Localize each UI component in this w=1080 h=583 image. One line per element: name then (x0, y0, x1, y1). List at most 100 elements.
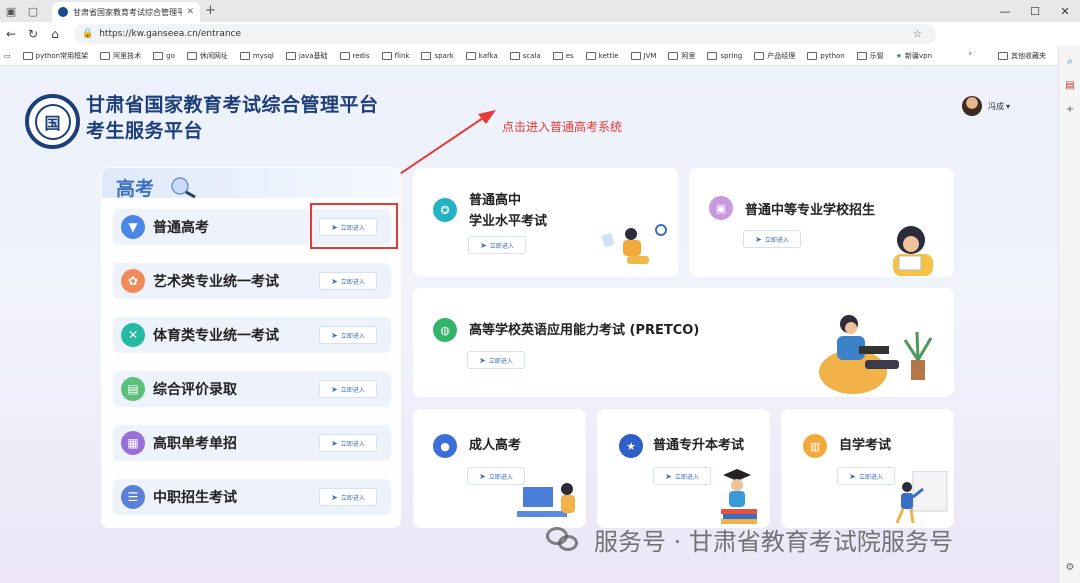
sidebar-settings-icon[interactable]: ⚙ (1063, 562, 1077, 573)
minimize-icon[interactable]: — (990, 0, 1020, 22)
bookmark-item[interactable]: kafka (465, 51, 498, 60)
chevron-down-icon[interactable]: ▾ (1006, 102, 1010, 111)
bookmark-item[interactable]: flink (381, 51, 409, 60)
page-body: 国 甘肃省国家教育考试综合管理平台 考生服务平台 冯成 ▾ 点击进入普通高考系统… (0, 66, 1058, 583)
workspaces-icon[interactable]: ▣ (0, 0, 22, 22)
enter-button[interactable]: ➤ 立即进入 (319, 272, 377, 290)
enter-button[interactable]: ➤ 立即进入 (319, 434, 377, 452)
evaluation-doc-icon: ▤ (121, 377, 145, 401)
folder-icon (856, 51, 867, 60)
url-field[interactable]: 🔒 https://kw.ganseea.cn/entrance ☆ (74, 24, 936, 44)
bookmark-item[interactable]: es (552, 51, 574, 60)
card-xueye-line2: 学业水平考试 (469, 214, 548, 229)
site-favicon-icon (58, 7, 68, 17)
avatar[interactable] (962, 96, 982, 116)
lock-icon[interactable]: 🔒 (82, 29, 93, 39)
enter-button[interactable]: ➤ 立即进入 (319, 488, 377, 506)
card-zixue[interactable]: ▥ 自学考试 ➤ 立即进入 (781, 409, 954, 528)
search-sidebar-icon[interactable]: ⌕ (1063, 56, 1077, 67)
back-icon[interactable]: ← (0, 27, 22, 41)
gaokao-item-zhongzhi[interactable]: ☰ 中职招生考试 ➤ 立即进入 (113, 479, 391, 515)
folder-icon (807, 51, 818, 60)
bookmarks-bar: ▭ python常用框架 阿里技术 go 休闲网址 mysql java基础 r… (0, 46, 1080, 66)
art-flower-icon: ✿ (121, 269, 145, 293)
annotation-text: 点击进入普通高考系统 (502, 120, 623, 134)
enter-button[interactable]: ➤ 立即进入 (319, 380, 377, 398)
gaokao-item-yishu[interactable]: ✿ 艺术类专业统一考试 ➤ 立即进入 (113, 263, 391, 299)
card-xueye[interactable]: ✪ 普通高中 学业水平考试 ➤ 立即进入 (413, 168, 678, 277)
site-logo: 国 (25, 94, 80, 149)
folder-icon (509, 51, 520, 60)
card-zhuanshengben[interactable]: ★ 普通专升本考试 ➤ 立即进入 (597, 409, 770, 528)
bookmark-item[interactable]: spark (421, 51, 454, 60)
logo-char: 国 (44, 113, 61, 133)
username[interactable]: 冯成 (988, 101, 1004, 112)
enter-button[interactable]: ➤ 立即进入 (319, 326, 377, 344)
star-icon: ★ (895, 51, 903, 60)
window-controls: — ☐ ✕ (990, 0, 1080, 22)
bookmark-item[interactable]: go (153, 51, 175, 60)
bookmark-item[interactable]: scala (509, 51, 541, 60)
close-window-icon[interactable]: ✕ (1050, 0, 1080, 22)
paper-plane-icon: ➤ (331, 438, 338, 448)
wechat-watermark: 服务号 · 甘肃省教育考试院服务号 (544, 522, 953, 557)
paper-plane-icon: ➤ (331, 384, 338, 394)
folder-icon (998, 52, 1008, 60)
favorite-star-icon[interactable]: ☆ (913, 29, 928, 40)
gaokao-item-tiyu[interactable]: ✕ 体育类专业统一考试 ➤ 立即进入 (113, 317, 391, 353)
card-zhuanshengben-label: 普通专升本考试 (653, 438, 745, 453)
gaokao-item-gaozhi[interactable]: ▦ 高职单考单招 ➤ 立即进入 (113, 425, 391, 461)
folder-icon (630, 51, 641, 60)
edge-sidebar: ⌕ ▤ + ⚙ (1058, 46, 1080, 583)
enter-button[interactable]: ➤ 立即进入 (468, 236, 526, 254)
add-sidebar-icon[interactable]: + (1063, 104, 1077, 115)
laptop-person-illustration-icon (819, 315, 933, 394)
gaokao-item-zonghe[interactable]: ▤ 综合评价录取 ➤ 立即进入 (113, 371, 391, 407)
bookmark-item[interactable]: 乐智 (856, 51, 884, 61)
exam-paper-icon: ▦ (121, 431, 145, 455)
more-bookmarks-chevron-icon[interactable]: › (968, 49, 972, 59)
new-tab-icon[interactable]: + (205, 3, 216, 18)
bookmark-item[interactable]: ★ 新疆vpn (896, 51, 932, 61)
paper-plane-icon: ➤ (331, 492, 338, 502)
other-bookmarks[interactable]: 其他收藏夹 (998, 51, 1046, 61)
bookmark-apps-icon[interactable]: ▭ (4, 52, 11, 60)
student-illustration-icon (601, 224, 667, 264)
enter-button[interactable]: ➤ 立即进入 (743, 230, 801, 248)
gaokao-item-label: 普通高考 (153, 220, 209, 236)
bookmark-item[interactable]: 阿里 (668, 51, 695, 61)
close-tab-icon[interactable]: ✕ (186, 7, 194, 17)
bookmark-item[interactable]: JVM (630, 51, 656, 60)
bookmark-item[interactable]: spring (707, 51, 742, 60)
gaokao-item-label: 艺术类专业统一考试 (153, 274, 279, 290)
active-tab[interactable]: 甘肃省国家教育考试综合管理平台 ✕ (52, 2, 200, 22)
site-title: 甘肃省国家教育考试综合管理平台 考生服务平台 (86, 92, 379, 144)
bookmark-item[interactable]: 休闲网址 (186, 51, 228, 61)
bookmark-item[interactable]: python常用框架 (22, 51, 88, 61)
folder-icon (585, 51, 596, 60)
card-pretco[interactable]: ◍ 高等学校英语应用能力考试 (PRETCO) ➤ 立即进入 (413, 288, 954, 397)
card-xueye-line1: 普通高中 (469, 193, 522, 208)
folder-icon (421, 51, 432, 60)
gaokao-item-label: 高职单考单招 (153, 436, 237, 452)
tab-actions-icon[interactable]: ▢ (22, 0, 44, 22)
tab-title: 甘肃省国家教育考试综合管理平台 (73, 7, 183, 17)
bookmark-item[interactable]: mysql (239, 51, 274, 60)
bookmark-item[interactable]: kettle (585, 51, 619, 60)
card-zhongzhuan[interactable]: ▣ 普通中等专业学校招生 ➤ 立即进入 (689, 168, 954, 277)
folder-icon (153, 51, 164, 60)
enter-button[interactable]: ➤ 立即进入 (653, 467, 711, 485)
card-chengren[interactable]: ● 成人高考 ➤ 立即进入 (413, 409, 586, 528)
home-icon[interactable]: ⌂ (44, 27, 66, 41)
bookmark-item[interactable]: 阿里技术 (100, 51, 141, 61)
bookmark-item[interactable]: redis (339, 51, 370, 60)
shopping-icon[interactable]: ▤ (1063, 80, 1077, 91)
bookmark-item[interactable]: 产品经理 (754, 51, 795, 61)
maximize-icon[interactable]: ☐ (1020, 0, 1050, 22)
bookmark-item[interactable]: python (807, 51, 845, 60)
enter-button[interactable]: ➤ 立即进入 (467, 351, 525, 369)
reading-girl-illustration-icon (893, 226, 933, 276)
refresh-icon[interactable]: ↻ (22, 27, 44, 41)
user-menu[interactable]: 冯成 ▾ (962, 96, 1010, 116)
bookmark-item[interactable]: java基础 (285, 51, 328, 61)
